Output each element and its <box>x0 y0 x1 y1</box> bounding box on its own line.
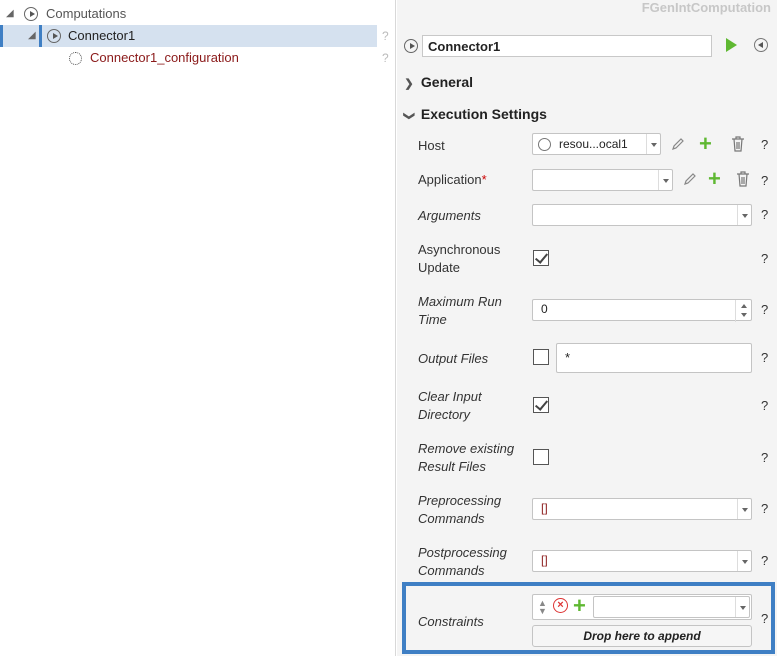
component-name-input[interactable]: Connector1 <box>422 35 712 57</box>
reorder-arrows-icon[interactable]: ▲ ▼ <box>538 599 547 616</box>
help-icon[interactable]: ? <box>761 207 768 222</box>
add-plus-icon[interactable]: + <box>573 595 586 617</box>
arguments-label: Arguments <box>418 208 481 223</box>
help-icon[interactable]: ? <box>761 553 768 568</box>
output-files-label: Output Files <box>418 351 489 366</box>
preprocessing-select[interactable]: [] <box>532 498 752 520</box>
help-icon[interactable]: ? <box>761 450 768 465</box>
arguments-dropdown-arrow[interactable] <box>737 205 751 225</box>
edit-pencil-icon[interactable] <box>683 172 697 186</box>
add-plus-icon[interactable]: + <box>708 168 721 190</box>
preprocessing-label: Preprocessing Commands <box>418 492 501 528</box>
tree-label-computations: Computations <box>46 6 127 21</box>
tree-label-configuration: Connector1_configuration <box>90 50 239 65</box>
postprocessing-label-line2: Commands <box>418 563 485 578</box>
preprocessing-dropdown-arrow[interactable] <box>737 499 751 519</box>
constraints-row: ▲ ▼ × + <box>532 594 752 620</box>
component-type-title: FGenIntComputation <box>641 0 771 15</box>
constraints-dropdown-arrow[interactable] <box>735 597 749 617</box>
async-label-line2: Update <box>418 260 460 275</box>
configuration-gear-icon <box>69 52 82 65</box>
remove-circle-icon[interactable]: × <box>553 598 568 613</box>
host-value: resou...ocal1 <box>559 137 628 151</box>
computation-icon <box>24 7 38 21</box>
application-dropdown-arrow[interactable] <box>658 170 672 190</box>
max-run-label-line2: Time <box>418 312 447 327</box>
edit-pencil-icon[interactable] <box>671 137 685 151</box>
properties-panel: FGenIntComputation Connector1 ❯ General … <box>397 0 777 656</box>
clear-input-label: Clear Input Directory <box>418 388 482 424</box>
help-icon[interactable]: ? <box>761 173 768 188</box>
remove-existing-checkbox[interactable] <box>533 449 549 465</box>
remove-existing-label: Remove existing Result Files <box>418 440 514 476</box>
remove-existing-label-line1: Remove existing <box>418 441 515 456</box>
postprocessing-dropdown-arrow[interactable] <box>737 551 751 571</box>
selection-marker <box>0 25 3 47</box>
tree-row-connector1[interactable]: ◢ Connector1 <box>0 25 377 47</box>
tree-label-connector1: Connector1 <box>68 28 136 43</box>
preprocessing-label-line1: Preprocessing <box>418 493 502 508</box>
output-files-checkbox[interactable] <box>533 349 549 365</box>
max-run-label-line1: Maximum Run <box>418 294 502 309</box>
help-icon[interactable]: ? <box>382 51 389 65</box>
delete-trash-icon[interactable] <box>736 171 750 187</box>
section-execution-settings[interactable]: ❯ Execution Settings <box>397 103 547 125</box>
clear-input-checkbox[interactable] <box>533 397 549 413</box>
help-icon[interactable]: ? <box>761 302 768 317</box>
application-label: Application* <box>418 171 487 189</box>
resource-icon <box>538 138 551 151</box>
help-icon[interactable]: ? <box>761 251 768 266</box>
help-icon[interactable]: ? <box>761 611 768 626</box>
async-update-checkbox[interactable] <box>533 250 549 266</box>
tree-row-computations[interactable]: ◢ Computations <box>0 3 396 25</box>
tree-row-configuration[interactable]: Connector1_configuration <box>0 47 396 69</box>
preprocessing-value: [] <box>541 501 548 515</box>
required-marker: * <box>481 172 487 187</box>
constraints-select[interactable] <box>593 596 750 618</box>
help-icon[interactable]: ? <box>761 501 768 516</box>
section-general[interactable]: ❯ General <box>397 71 473 93</box>
collapse-arrow-icon[interactable]: ◢ <box>28 25 36 47</box>
application-label-text: Application <box>418 172 482 187</box>
spinner-arrows[interactable] <box>735 300 751 322</box>
async-label-line1: Asynchronous <box>418 242 501 257</box>
back-icon[interactable] <box>754 38 768 52</box>
drop-zone[interactable]: Drop here to append <box>532 625 752 647</box>
section-general-label: General <box>420 74 474 90</box>
collapse-arrow-icon[interactable]: ◢ <box>6 3 14 25</box>
help-icon[interactable]: ? <box>382 29 389 43</box>
remove-existing-label-line2: Result Files <box>418 459 486 474</box>
selection-bar <box>39 25 42 47</box>
chevron-right-icon: ❯ <box>404 78 414 90</box>
component-icon <box>404 39 418 53</box>
postprocessing-value: [] <box>541 553 548 567</box>
postprocessing-label: Postprocessing Commands <box>418 544 507 580</box>
add-plus-icon[interactable]: + <box>699 133 712 155</box>
host-label: Host <box>418 138 445 153</box>
preprocessing-label-line2: Commands <box>418 511 485 526</box>
max-run-time-label: Maximum Run Time <box>418 293 502 329</box>
help-icon[interactable]: ? <box>761 350 768 365</box>
max-run-value: 0 <box>541 302 548 316</box>
arguments-select[interactable] <box>532 204 752 226</box>
constraints-label: Constraints <box>418 614 484 629</box>
tree-panel: ◢ Computations ◢ Connector1 ? Connector1… <box>0 0 396 656</box>
connector-icon <box>47 29 61 43</box>
run-play-icon[interactable] <box>726 38 737 52</box>
clear-input-label-line2: Directory <box>418 407 471 422</box>
help-icon[interactable]: ? <box>761 398 768 413</box>
application-select[interactable] <box>532 169 673 191</box>
max-run-time-spinner[interactable]: 0 <box>532 299 752 322</box>
chevron-down-icon: ❯ <box>403 111 415 121</box>
help-icon[interactable]: ? <box>761 137 768 152</box>
postprocessing-label-line1: Postprocessing <box>418 545 507 560</box>
delete-trash-icon[interactable] <box>731 136 745 152</box>
section-execution-label: Execution Settings <box>420 106 547 122</box>
output-files-input[interactable]: * <box>556 343 752 373</box>
postprocessing-select[interactable]: [] <box>532 550 752 572</box>
host-dropdown-arrow[interactable] <box>646 134 660 154</box>
clear-input-label-line1: Clear Input <box>418 389 482 404</box>
async-update-label: Asynchronous Update <box>418 241 500 277</box>
host-select[interactable]: resou...ocal1 <box>532 133 661 155</box>
